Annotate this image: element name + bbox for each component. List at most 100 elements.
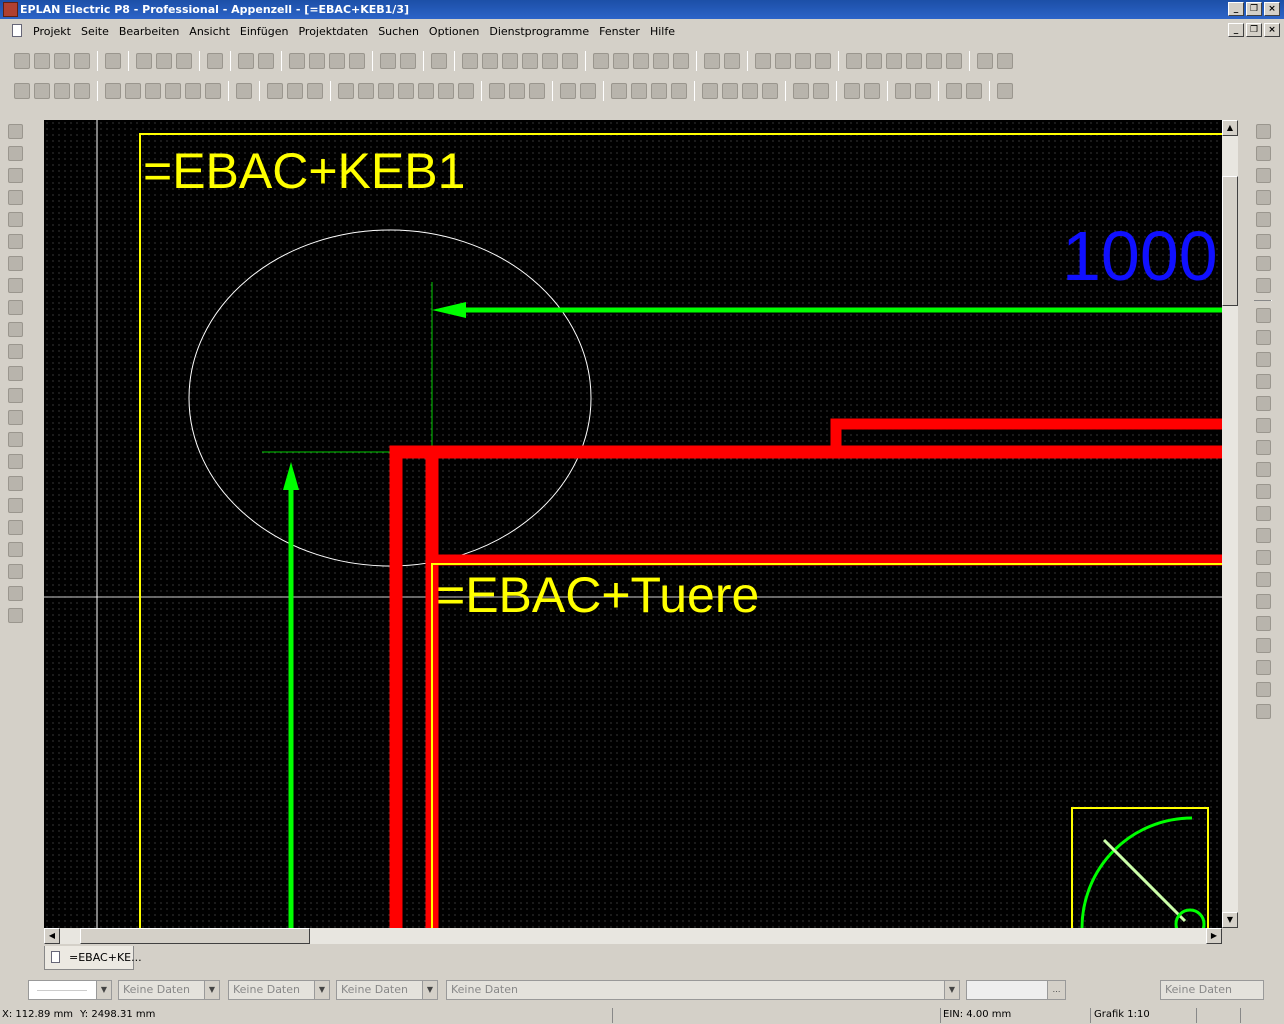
menu-projektdaten[interactable]: Projektdaten: [293, 25, 373, 38]
page-next-icon[interactable]: [562, 53, 578, 69]
polygon-icon[interactable]: [54, 83, 70, 99]
tee-up-r-icon[interactable]: [1255, 212, 1271, 227]
number-1-icon[interactable]: [997, 83, 1013, 99]
macro-icon[interactable]: [946, 53, 962, 69]
connection-nav-icon[interactable]: [7, 278, 23, 293]
undo-icon[interactable]: [289, 53, 305, 69]
delete-icon[interactable]: [207, 53, 223, 69]
circle-center-icon[interactable]: [105, 83, 121, 99]
rectangle-icon[interactable]: [74, 83, 90, 99]
menu-hilfe[interactable]: Hilfe: [645, 25, 680, 38]
arc-icon[interactable]: [145, 83, 161, 99]
page-properties-icon[interactable]: [380, 53, 396, 69]
snap-grid-icon[interactable]: [846, 53, 862, 69]
wire-icon[interactable]: [1255, 704, 1271, 719]
text-icon[interactable]: [267, 83, 283, 99]
function-icon[interactable]: [7, 344, 23, 359]
close-project-icon[interactable]: [54, 53, 70, 69]
point-icon[interactable]: [1255, 572, 1271, 587]
menu-seite[interactable]: Seite: [76, 25, 114, 38]
copy-icon[interactable]: [156, 53, 172, 69]
cross2-icon[interactable]: [813, 83, 829, 99]
pattern-field[interactable]: …: [966, 980, 1066, 1000]
ellipse-icon[interactable]: [205, 83, 221, 99]
bridge-icon[interactable]: [1255, 528, 1271, 543]
trim-icon[interactable]: [489, 83, 505, 99]
insert-point-icon[interactable]: [580, 83, 596, 99]
tee-right-icon[interactable]: [722, 83, 738, 99]
plug-icon[interactable]: [7, 212, 23, 227]
corner-tr-icon[interactable]: [631, 83, 647, 99]
nav-forward-icon[interactable]: [724, 53, 740, 69]
close-button[interactable]: ×: [1264, 2, 1280, 16]
page-open-icon[interactable]: [482, 53, 498, 69]
restore-button[interactable]: ❐: [1246, 2, 1262, 16]
menu-einfügen[interactable]: Einfügen: [235, 25, 294, 38]
interrupt-icon[interactable]: [1255, 352, 1271, 367]
zoom-in-icon[interactable]: [633, 53, 649, 69]
menu-projekt[interactable]: Projekt: [28, 25, 76, 38]
page-prev-icon[interactable]: [542, 53, 558, 69]
grid-a-icon[interactable]: [755, 53, 771, 69]
cable-def-icon[interactable]: [1255, 374, 1271, 389]
font-combo[interactable]: Keine Daten: [1160, 980, 1264, 1000]
eplan-app-icon[interactable]: [3, 2, 18, 17]
layer-combo[interactable]: Keine Daten ▼: [446, 980, 960, 1000]
line-style-combo[interactable]: ▼: [28, 980, 112, 1000]
dim-base-icon[interactable]: [418, 83, 434, 99]
person-icon[interactable]: [7, 520, 23, 535]
parallel-icon[interactable]: [7, 608, 23, 623]
grid-c-icon[interactable]: [795, 53, 811, 69]
open-project-icon[interactable]: [34, 53, 50, 69]
device-r-icon[interactable]: [1255, 660, 1271, 675]
diag-icon[interactable]: [1255, 278, 1271, 293]
redo-list-icon[interactable]: [349, 53, 365, 69]
arrow-right2-icon[interactable]: [1255, 256, 1271, 271]
potential-icon[interactable]: [1255, 308, 1271, 323]
menu-fenster[interactable]: Fenster: [594, 25, 645, 38]
doc-close-button[interactable]: ×: [1264, 23, 1280, 37]
jump-icon[interactable]: [844, 83, 860, 99]
doc-minimize-button[interactable]: _: [1228, 23, 1244, 37]
line-icon[interactable]: [14, 83, 30, 99]
tee-right-r-icon[interactable]: [1255, 168, 1271, 183]
image-icon[interactable]: [287, 83, 303, 99]
numbering-icon[interactable]: [7, 542, 23, 557]
grid-d-icon[interactable]: [815, 53, 831, 69]
tool-b-icon[interactable]: [997, 53, 1013, 69]
minimize-button[interactable]: _: [1228, 2, 1244, 16]
snap-point-icon[interactable]: [866, 53, 882, 69]
undo-list-icon[interactable]: [309, 53, 325, 69]
dim-linear-icon[interactable]: [338, 83, 354, 99]
line-type-combo[interactable]: Keine Daten ▼: [336, 980, 438, 1000]
doc-restore-button[interactable]: ❐: [1246, 23, 1262, 37]
plc-r-icon[interactable]: [1255, 616, 1271, 631]
splice-icon[interactable]: [1255, 550, 1271, 565]
plc-icon[interactable]: [7, 322, 23, 337]
ground-icon[interactable]: [1255, 506, 1271, 521]
diagonal-icon[interactable]: [864, 83, 880, 99]
paste-icon[interactable]: [176, 53, 192, 69]
scroll-right-button[interactable]: ▶: [1206, 928, 1222, 944]
connection-icon[interactable]: [915, 83, 931, 99]
fuse-icon[interactable]: [1255, 682, 1271, 697]
vertical-scroll-thumb[interactable]: [1222, 176, 1238, 306]
tee-down-r-icon[interactable]: [1255, 146, 1271, 161]
corner-tl-icon[interactable]: [611, 83, 627, 99]
hyperlink-icon[interactable]: [307, 83, 323, 99]
circle-icon[interactable]: [613, 53, 629, 69]
connector-icon[interactable]: [1255, 330, 1271, 345]
spline-icon[interactable]: [236, 83, 252, 99]
check-icon[interactable]: [238, 53, 254, 69]
dim-radius-icon[interactable]: [458, 83, 474, 99]
cable-nav-icon[interactable]: [7, 234, 23, 249]
page-icon[interactable]: [7, 146, 23, 161]
settings-wrench-icon[interactable]: [105, 53, 121, 69]
scroll-left-button[interactable]: ◀: [44, 928, 60, 944]
new-project-icon[interactable]: [14, 53, 30, 69]
tool-a-icon[interactable]: [977, 53, 993, 69]
terminal-strip-icon[interactable]: [7, 190, 23, 205]
polyline-icon[interactable]: [34, 83, 50, 99]
page-copy-icon[interactable]: [502, 53, 518, 69]
screen-icon[interactable]: [431, 53, 447, 69]
